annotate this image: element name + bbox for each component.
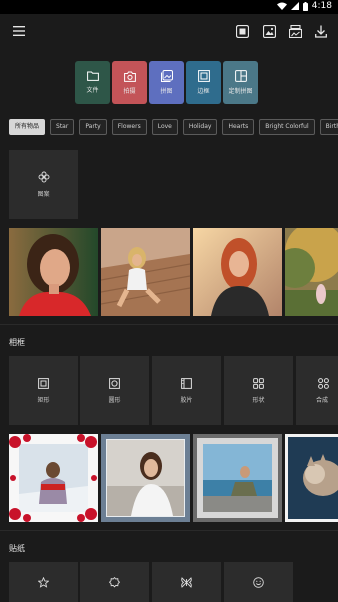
- stack-toolbar-button[interactable]: [287, 23, 303, 39]
- gray-frame-photo: [193, 434, 282, 522]
- quick-action-camera[interactable]: 拍摄: [112, 61, 147, 104]
- pattern-tile[interactable]: 图案: [9, 150, 78, 219]
- download-icon: [315, 25, 327, 38]
- category-chip[interactable]: Party: [79, 119, 107, 135]
- portrait-photo: [9, 228, 98, 316]
- image-icon: [262, 24, 276, 38]
- sticker-tile-butterfly[interactable]: [152, 562, 221, 602]
- category-chip[interactable]: Hearts: [222, 119, 255, 135]
- category-chip[interactable]: Star: [50, 119, 75, 135]
- category-chip[interactable]: Birth: [319, 119, 338, 135]
- photo-template-beach[interactable]: [101, 228, 190, 316]
- film-frame-icon: [181, 377, 192, 389]
- quick-action-collage[interactable]: 拼图: [149, 61, 184, 104]
- frame-template-christmas[interactable]: [9, 434, 98, 522]
- frame-tile-rectangle[interactable]: 矩形: [9, 356, 78, 425]
- status-time: 4:18: [311, 1, 332, 11]
- frame-tile-label: 矩形: [37, 396, 50, 404]
- status-bar: 4:18: [0, 0, 338, 14]
- shapes-icon: [253, 377, 264, 389]
- quick-action-file[interactable]: 文件: [75, 61, 110, 104]
- category-chip[interactable]: Holiday: [182, 119, 218, 135]
- quick-action-label: 拍摄: [123, 87, 136, 95]
- status-icons: 4:18: [276, 1, 332, 11]
- frame-tile-shapes[interactable]: 形状: [224, 356, 293, 425]
- beach-photo: [101, 228, 190, 316]
- layout-icon: [234, 70, 247, 82]
- butterfly-icon: [181, 576, 192, 588]
- quick-action-label: 边框: [197, 88, 210, 95]
- frame-tile-film[interactable]: 胶片: [152, 356, 221, 425]
- collage-toolbar-button[interactable]: [234, 23, 250, 39]
- collage-icon: [160, 70, 173, 82]
- category-chips: 所有物品 Star Party Flowers Love Holiday Hea…: [9, 119, 338, 135]
- star-icon: [38, 576, 49, 588]
- section-divider: [0, 530, 338, 531]
- hamburger-menu-icon[interactable]: [11, 23, 27, 39]
- frame-icon: [197, 70, 210, 82]
- quick-action-frame[interactable]: 边框: [186, 61, 221, 104]
- image-toolbar-button[interactable]: [261, 23, 277, 39]
- wifi-icon: [276, 2, 287, 10]
- square-frame-icon: [38, 377, 49, 389]
- redhead-photo: [193, 228, 282, 316]
- christmas-frame-photo: [9, 434, 98, 522]
- battery-icon: [302, 1, 308, 11]
- folder-icon: [86, 71, 99, 81]
- sticker-tile-star[interactable]: [9, 562, 78, 602]
- blue-frame-photo: [101, 434, 190, 522]
- flower-icon: [38, 171, 49, 183]
- category-chip[interactable]: Love: [151, 119, 178, 135]
- quick-action-custom-collage[interactable]: 定制拼图: [223, 61, 258, 104]
- quick-action-label: 文件: [86, 87, 99, 94]
- frame-tile-round[interactable]: 圆形: [80, 356, 149, 425]
- category-chip[interactable]: Flowers: [111, 119, 147, 135]
- signal-icon: [290, 2, 299, 10]
- cat-frame-photo: [285, 434, 338, 522]
- badge-icon: [109, 576, 120, 587]
- quick-action-label: 拼图: [160, 88, 173, 95]
- frame-template-cat[interactable]: [285, 434, 338, 522]
- rounded-frame-icon: [109, 377, 120, 389]
- frame-template-gray-border[interactable]: [193, 434, 282, 522]
- sticker-tile-smile[interactable]: [224, 562, 293, 602]
- frame-tile-label: 胶片: [180, 396, 193, 404]
- photo-template-forest[interactable]: [285, 228, 338, 316]
- category-chip[interactable]: Bright Colorful: [259, 119, 315, 135]
- section-title-stickers: 贴纸: [9, 544, 25, 553]
- download-toolbar-button[interactable]: [313, 23, 329, 39]
- photo-template-portrait-red[interactable]: [9, 228, 98, 316]
- top-toolbar: [0, 14, 338, 48]
- frame-tile-label: 合成: [316, 396, 329, 404]
- frame-tile-composite[interactable]: 合成: [296, 356, 338, 425]
- pattern-tile-label: 图案: [37, 191, 50, 198]
- category-chip-all[interactable]: 所有物品: [9, 119, 46, 135]
- collage-icon: [235, 24, 249, 38]
- camera-icon: [123, 71, 136, 82]
- section-title-frames: 相框: [9, 338, 25, 347]
- frame-tile-label: 形状: [252, 396, 265, 404]
- frame-template-blue-border[interactable]: [101, 434, 190, 522]
- grid-icon: [318, 377, 329, 389]
- photo-template-redhead[interactable]: [193, 228, 282, 316]
- quick-actions: 文件 拍摄 拼图 边框 定制拼图: [75, 61, 258, 104]
- sticker-tile-badge[interactable]: [80, 562, 149, 602]
- section-divider: [0, 324, 338, 325]
- forest-photo: [285, 228, 338, 316]
- stack-icon: [288, 24, 302, 38]
- smile-icon: [253, 576, 264, 588]
- frame-tile-label: 圆形: [108, 396, 121, 404]
- quick-action-label: 定制拼图: [228, 88, 253, 95]
